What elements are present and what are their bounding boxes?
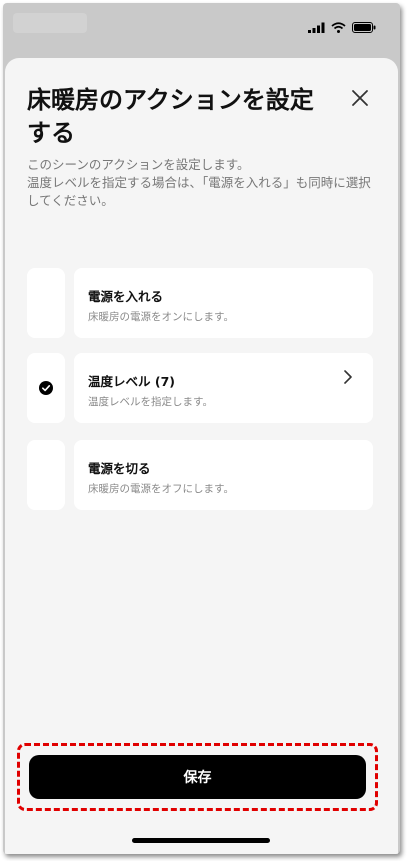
status-icons [308,22,376,33]
page-title: 床暖房のアクションを設定する [27,86,314,147]
action-title: 電源を切る [88,461,151,476]
action-card-power-off[interactable]: 電源を切る 床暖房の電源をオフにします。 [74,440,373,510]
selection-indicator[interactable] [27,268,65,338]
device-frame: 床暖房のアクションを設定する このシーンのアクションを設定します。 温度レベルを… [3,3,400,854]
page-description: このシーンのアクションを設定します。 温度レベルを指定する場合は、「電源を入れる… [27,157,371,208]
home-indicator [132,838,270,843]
action-title: 温度レベル (7) [88,374,175,389]
save-highlight: 保存 [17,743,378,811]
action-card-power-on[interactable]: 電源を入れる 床暖房の電源をオンにします。 [74,268,373,338]
signal-icon [308,22,325,33]
close-button[interactable] [349,87,371,109]
action-row-power-on: 電源を入れる 床暖房の電源をオンにします。 [27,268,373,338]
close-icon [352,90,368,106]
battery-icon [352,22,376,33]
action-subtitle: 床暖房の電源をオフにします。 [88,483,234,495]
action-row-power-off: 電源を切る 床暖房の電源をオフにします。 [27,440,373,510]
save-button[interactable]: 保存 [29,755,366,799]
check-icon [39,381,53,395]
wifi-icon [331,22,346,33]
chevron-right-icon [344,370,352,384]
action-subtitle: 温度レベルを指定します。 [88,396,213,408]
action-subtitle: 床暖房の電源をオンにします。 [88,311,234,323]
action-sheet: 床暖房のアクションを設定する このシーンのアクションを設定します。 温度レベルを… [5,58,398,854]
status-bar [3,3,400,55]
action-title: 電源を入れる [88,289,164,304]
action-card-temperature[interactable]: 温度レベル (7) 温度レベルを指定します。 [74,353,373,423]
action-row-temperature: 温度レベル (7) 温度レベルを指定します。 [27,353,373,423]
selection-indicator[interactable] [27,440,65,510]
status-time-blurred [13,13,87,33]
selection-indicator[interactable] [27,353,65,423]
